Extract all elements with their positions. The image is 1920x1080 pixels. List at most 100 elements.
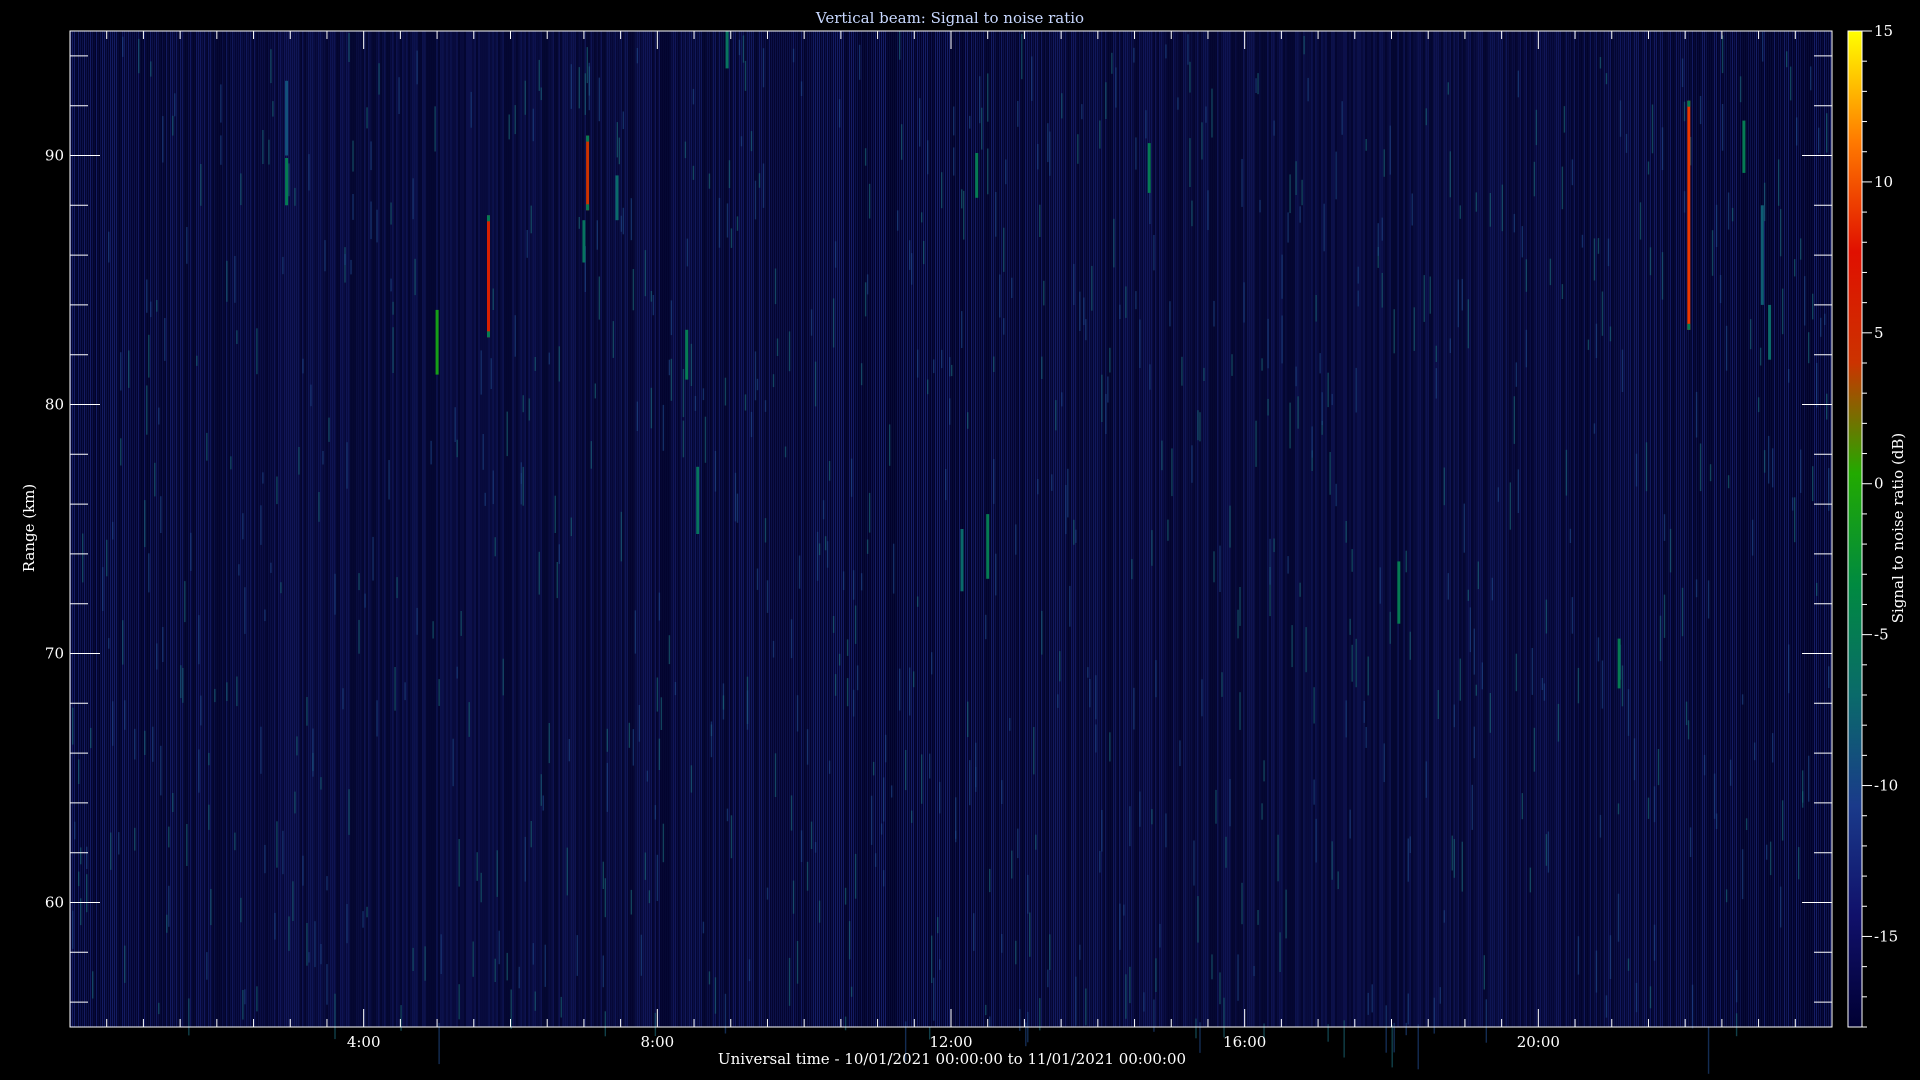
noise-stripe [1357,31,1359,1027]
noise-stripe [836,31,838,1027]
noise-stripe [338,31,340,1027]
noise-stripe [1769,31,1772,1027]
noise-stripe [1369,31,1371,1027]
noise-blip [1657,749,1660,786]
noise-blip [476,852,478,881]
noise-blip [1607,238,1610,267]
noise-stripe [878,31,881,1027]
noise-stripe [346,31,348,1027]
noise-stripe [482,31,484,1027]
noise-stripe [366,31,368,1027]
snr-event [582,220,586,263]
noise-blip [1719,275,1722,304]
noise-stripe [210,31,212,1027]
noise-blip [736,493,739,523]
noise-blip [452,738,454,787]
noise-blip [196,355,198,366]
noise-blip [684,141,687,159]
noise-blip [1811,293,1814,320]
noise-stripe [300,31,302,1027]
noise-stripe [1083,31,1085,1027]
noise-stripe [1013,31,1015,1027]
noise-blip [1159,923,1161,948]
noise-blip [326,876,328,891]
noise-stripe [354,31,356,1027]
noise-blip [1771,733,1774,763]
noise-stripe [846,31,848,1027]
noise-blip [200,695,202,726]
noise-blip [1055,400,1057,431]
noise-blip [1761,31,1764,62]
noise-stripe [1573,31,1575,1027]
noise-blip [1803,276,1806,326]
noise-blip [868,183,871,219]
noise-stripe [830,31,832,1027]
noise-stripe [906,31,909,1027]
noise-blip [348,789,350,835]
noise-blip [1211,954,1213,980]
noise-stripe [494,31,496,1027]
noise-blip [322,451,324,465]
noise-stripe [1371,31,1373,1027]
noise-stripe [900,31,903,1027]
noise-blip [508,114,510,140]
snr-event [1760,205,1764,305]
noise-blip [896,210,899,231]
noise-stripe [400,31,402,1027]
noise-stripe [1813,31,1816,1027]
noise-stripe [914,31,917,1027]
noise-stripe [1283,31,1285,1027]
noise-stripe [788,31,790,1027]
noise-blip [220,135,222,165]
noise-stripe [1351,31,1353,1027]
noise-blip [358,619,360,654]
noise-blip [987,73,989,122]
noise-blip [566,847,568,896]
noise-blip [1687,720,1690,740]
noise-blip [814,842,817,853]
noise-stripe [1517,31,1519,1027]
noise-stripe [1441,31,1443,1027]
noise-stripe [1061,31,1063,1027]
noise-stripe [844,31,846,1027]
noise-blip [432,621,434,639]
noise-blip [656,677,659,712]
x-tick-label: 16:00 [1223,1033,1266,1051]
noise-stripe [508,31,510,1027]
noise-stripe [426,31,428,1027]
noise-blip [1681,587,1684,637]
noise-blip [1015,940,1017,965]
noise-stripe [1579,31,1581,1027]
noise-blip [1189,138,1191,187]
noise-blip [1449,338,1451,353]
noise-blip [72,910,74,949]
noise-blip [1517,70,1520,98]
noise-stripe [1735,31,1737,1027]
noise-blip [1463,503,1465,553]
noise-blip [1351,549,1353,572]
noise-blip [1181,356,1183,386]
noise-stripe [1627,31,1629,1027]
noise-stripe [654,31,656,1027]
noise-blip [282,256,284,275]
noise-stripe [1085,31,1087,1027]
noise-stripe [204,31,206,1027]
noise-stripe [730,31,732,1027]
noise-blip [1037,144,1039,170]
noise-blip [890,785,893,798]
noise-stripe [1717,31,1719,1027]
noise-stripe [1475,31,1477,1027]
noise-blip [1285,889,1287,939]
noise-blip [1125,974,1127,1019]
noise-stripe [168,31,170,1027]
noise-blip [662,823,665,863]
noise-blip [1789,66,1792,101]
noise-stripe [1499,31,1501,1027]
noise-blip [308,952,310,963]
noise-blip [1321,392,1323,425]
noise-blip [1077,134,1079,164]
noise-stripe [550,31,552,1027]
noise-blip [918,98,921,147]
noise-stripe [979,31,981,1027]
noise-stripe [270,31,272,1027]
